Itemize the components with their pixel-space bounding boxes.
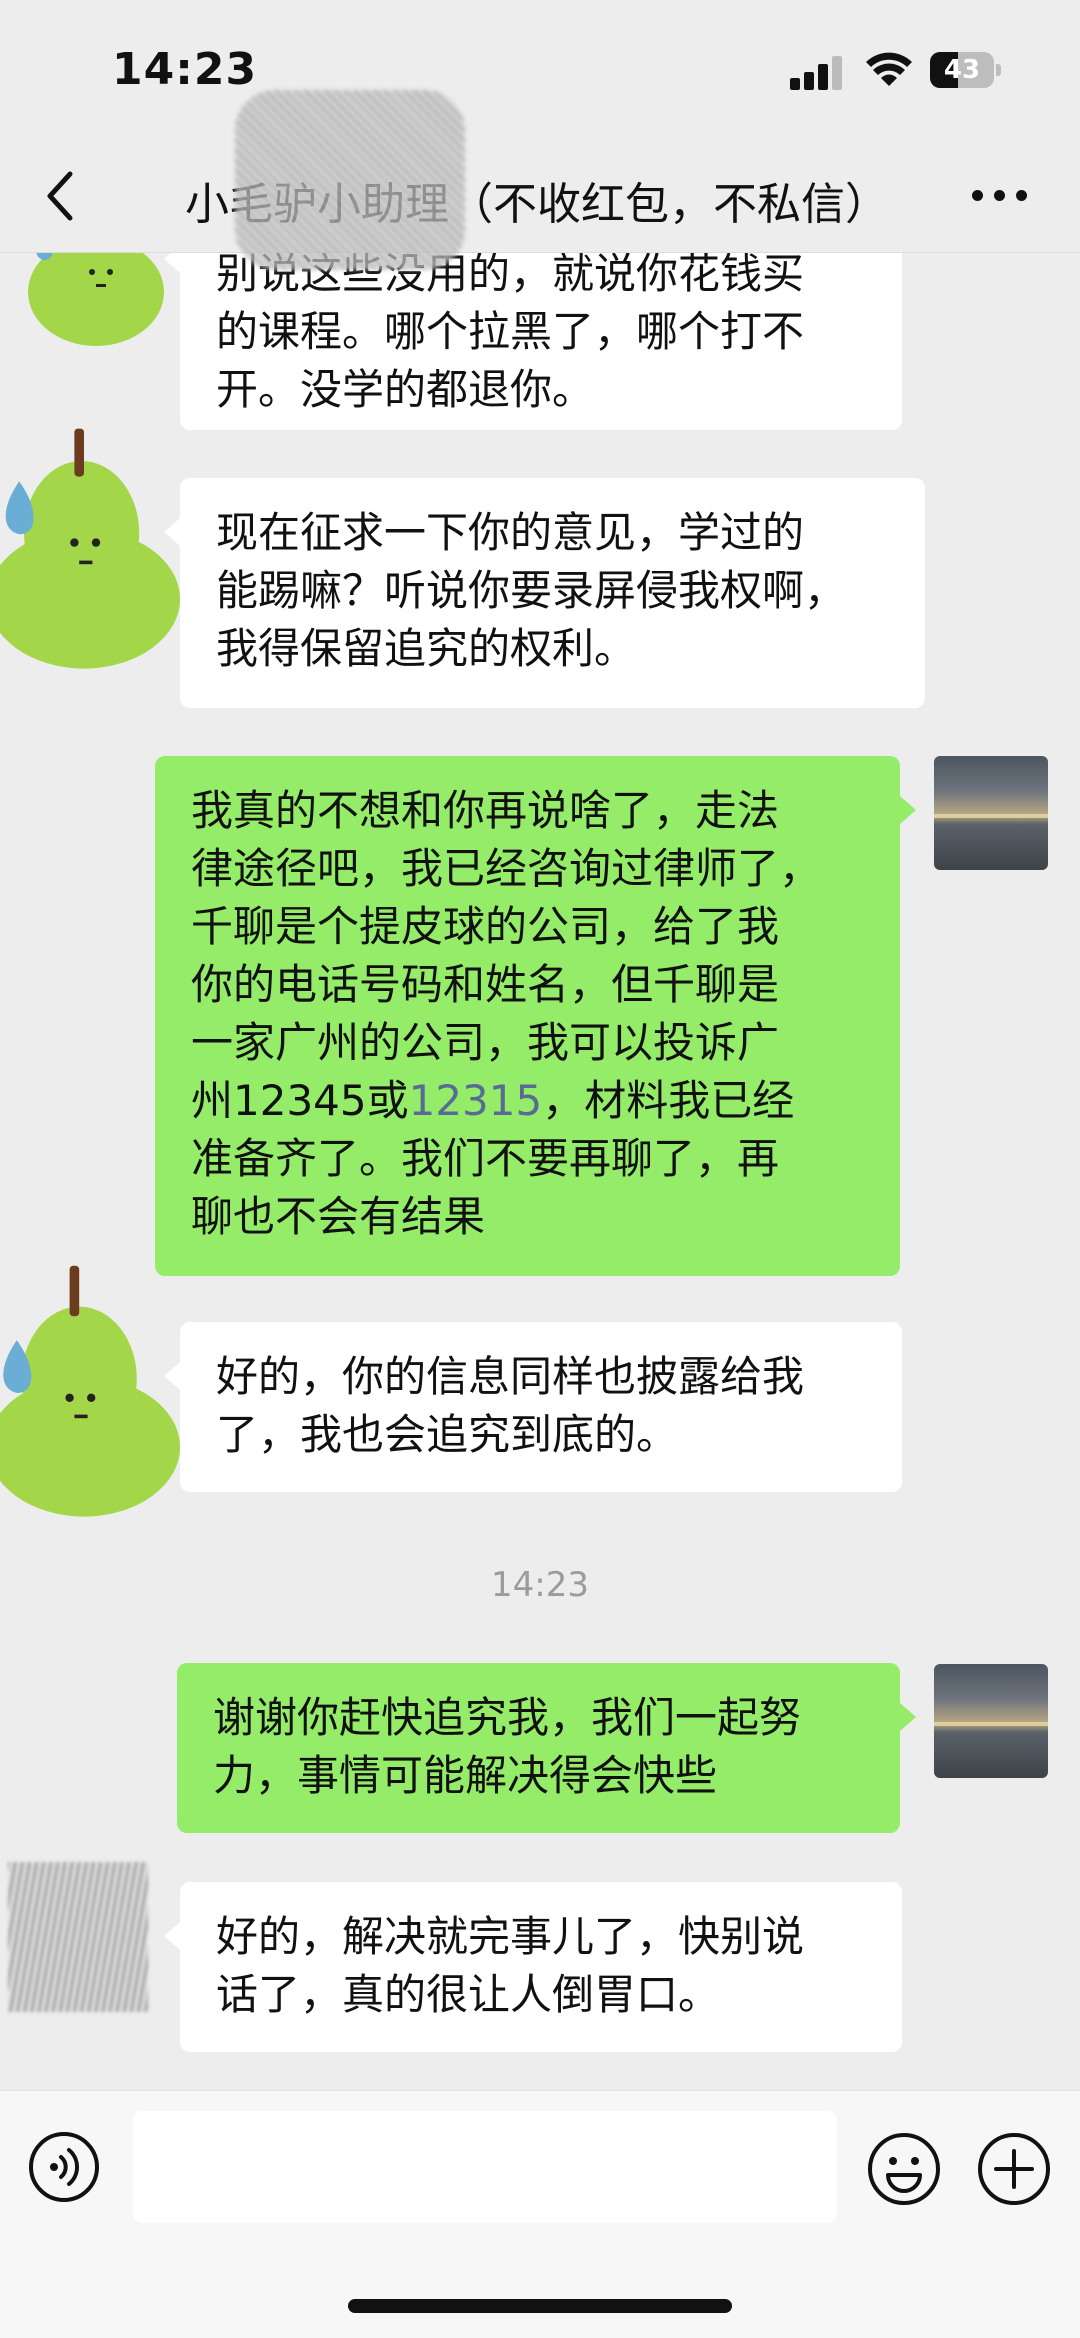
home-indicator: [348, 2299, 732, 2313]
phone-link[interactable]: 12315: [409, 1076, 543, 1125]
message-text: 我真的不想和你再说啥了，走法 律途径吧，我已经咨询过律师了， 千聊是个提皮球的公…: [191, 786, 822, 1125]
chevron-left-icon[interactable]: [40, 166, 80, 226]
message-bubble-received[interactable]: 现在征求一下你的意见，学过的 能踢嘛？听说你要录屏侵我权啊， 我得保留追究的权利…: [164, 478, 925, 708]
time-divider: 14:23: [491, 1565, 589, 1605]
voice-icon[interactable]: [28, 2131, 100, 2203]
chat-header: 小毛驴小助理（不收红包，不私信）: [0, 90, 1080, 270]
message-bubble-received[interactable]: 好的，你的信息同样也披露给我 了，我也会追究到底的。: [164, 1322, 902, 1492]
plus-icon[interactable]: [976, 2131, 1052, 2207]
message-bubble-sent[interactable]: 谢谢你赶快追究我，我们一起努 力，事情可能解决得会快些: [177, 1663, 916, 1833]
blurred-avatar[interactable]: [8, 1862, 148, 2012]
sea-photo-avatar[interactable]: [934, 756, 1048, 870]
message-bubble-received[interactable]: 好的，解决就完事儿了，快别说 话了，真的很让人倒胃口。: [164, 1882, 902, 2052]
pear-avatar[interactable]: [0, 1255, 180, 1525]
emoji-icon[interactable]: [866, 2131, 942, 2207]
message-list[interactable]: 别说这些没用的，就说你花钱买 的课程。哪个拉黑了，哪个打不 开。没学的都退你。 …: [0, 0, 1080, 2090]
sea-photo-avatar[interactable]: [934, 1664, 1048, 1778]
redaction-scribble: [235, 90, 465, 270]
pear-avatar[interactable]: [0, 415, 180, 675]
message-input[interactable]: [133, 2111, 837, 2223]
more-dots-icon[interactable]: [972, 190, 1032, 206]
input-bar: [0, 2090, 1080, 2338]
message-bubble-sent[interactable]: 我真的不想和你再说啥了，走法 律途径吧，我已经咨询过律师了， 千聊是个提皮球的公…: [155, 756, 916, 1276]
